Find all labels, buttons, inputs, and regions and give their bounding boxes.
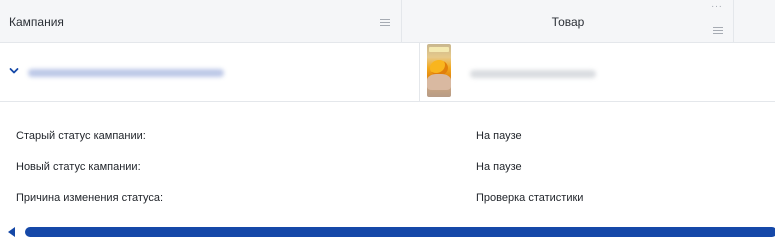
column-header-extra [734,0,775,43]
column-header-product[interactable]: ··· Товар [402,0,734,43]
scrollbar-thumb[interactable] [25,227,775,237]
detail-row-old-status: Старый статус кампании: На паузе [0,130,775,150]
detail-value: Проверка статистики [476,192,584,204]
menu-lines-icon[interactable] [713,27,723,35]
campaign-name[interactable] [28,69,224,77]
more-dots-icon[interactable]: ··· [711,1,723,12]
product-thumbnail[interactable] [427,44,451,97]
table-row[interactable] [0,43,775,102]
column-header-campaign-label: Кампания [9,15,64,29]
table-header: Кампания ··· Товар [0,0,775,43]
column-header-product-label: Товар [551,15,585,29]
detail-label: Причина изменения статуса: [16,192,164,204]
detail-label: Новый статус кампании: [16,161,141,173]
column-divider [419,43,420,101]
column-header-campaign[interactable]: Кампания [0,0,402,43]
detail-label: Старый статус кампании: [16,130,146,142]
arrow-left-icon[interactable] [8,227,15,237]
detail-row-new-status: Новый статус кампании: На паузе [0,161,775,181]
detail-value: На паузе [476,161,522,173]
detail-row-reason: Причина изменения статуса: Проверка стат… [0,192,775,212]
detail-value: На паузе [476,130,522,142]
chevron-down-icon[interactable] [9,67,19,75]
horizontal-scrollbar[interactable] [0,226,775,238]
product-name [470,70,596,78]
menu-lines-icon[interactable] [380,19,390,27]
